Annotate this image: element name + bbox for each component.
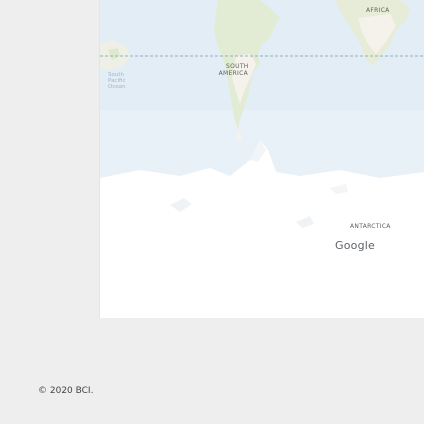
content-card: South Pacific Ocean AFRICA SOUTH AMERICA…: [99, 0, 424, 319]
footer: © 2020 BCI.: [0, 318, 424, 424]
continent-label-africa: AFRICA: [366, 7, 390, 14]
world-map[interactable]: South Pacific Ocean AFRICA SOUTH AMERICA…: [100, 0, 424, 285]
copyright-text: © 2020 BCI.: [38, 386, 94, 396]
south-america-line2: AMERICA: [218, 70, 248, 77]
continent-label-south-america: SOUTH AMERICA: [218, 64, 249, 77]
page: South Pacific Ocean AFRICA SOUTH AMERICA…: [0, 0, 424, 424]
map-canvas: [100, 0, 424, 285]
continent-label-antarctica: ANTARCTICA: [350, 223, 391, 230]
ocean-label: South Pacific Ocean: [108, 72, 126, 90]
ocean-label-line3: Ocean: [108, 84, 126, 91]
google-logo[interactable]: Google: [335, 239, 375, 252]
